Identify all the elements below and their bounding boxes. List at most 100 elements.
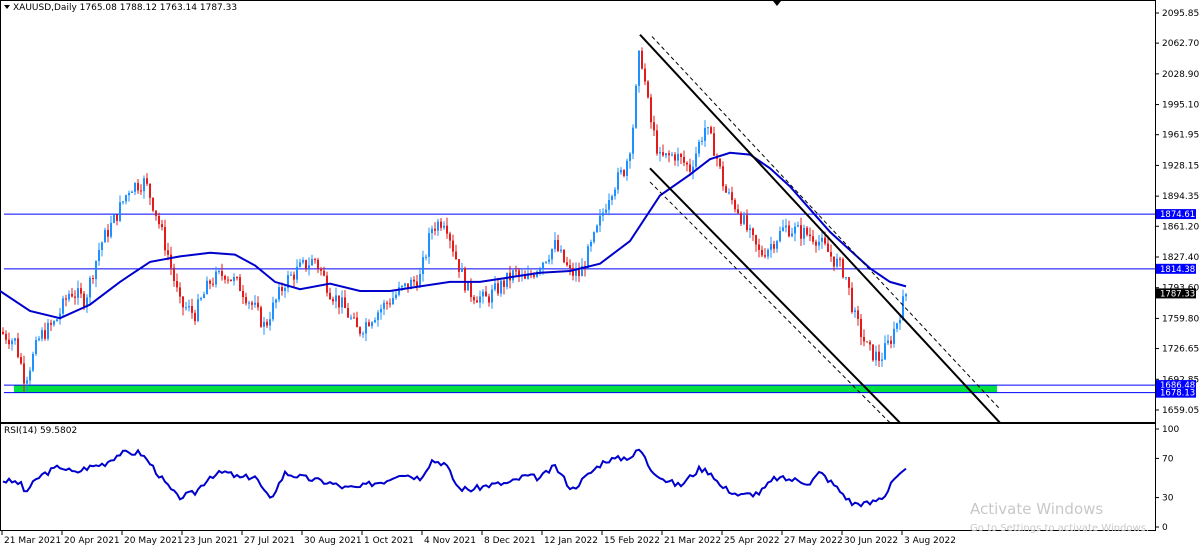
candle-body bbox=[788, 225, 790, 237]
candle-body bbox=[809, 234, 811, 237]
candle-body bbox=[41, 330, 43, 339]
chart-menu-arrow-icon[interactable] bbox=[4, 5, 10, 9]
candle-body bbox=[455, 251, 457, 260]
candle-body bbox=[29, 370, 31, 381]
shift-marker-icon[interactable] bbox=[773, 1, 781, 6]
candle-body bbox=[101, 242, 103, 250]
candle-body bbox=[779, 230, 781, 242]
candle-body bbox=[800, 225, 802, 239]
candle-body bbox=[377, 312, 379, 321]
candle-body bbox=[452, 240, 454, 252]
candle-body bbox=[722, 166, 724, 187]
candle-body bbox=[218, 271, 220, 273]
candle-body bbox=[599, 215, 601, 226]
candle-body bbox=[53, 321, 55, 325]
candle-body bbox=[563, 249, 565, 263]
channel-line-0[interactable] bbox=[639, 33, 1001, 424]
candle-body bbox=[149, 183, 151, 198]
candle-body bbox=[356, 317, 358, 328]
candle-body bbox=[662, 152, 664, 156]
candle-body bbox=[434, 228, 436, 231]
candle-body bbox=[638, 50, 640, 86]
candle-body bbox=[11, 340, 13, 345]
candle-body bbox=[143, 178, 145, 192]
candle-body bbox=[347, 308, 349, 318]
candle-body bbox=[413, 279, 415, 282]
candle-body bbox=[851, 287, 853, 313]
candle-body bbox=[869, 341, 871, 345]
candle-body bbox=[875, 351, 877, 361]
candle-body bbox=[473, 297, 475, 301]
candle-body bbox=[470, 282, 472, 298]
candle-body bbox=[278, 287, 280, 300]
candle-body bbox=[155, 210, 157, 216]
candle-body bbox=[5, 333, 7, 340]
price-tick-label: 1827.40 bbox=[1162, 253, 1199, 263]
candle-body bbox=[545, 261, 547, 263]
candle-body bbox=[137, 182, 139, 191]
candle-body bbox=[305, 260, 307, 269]
candle-body bbox=[887, 340, 889, 344]
price-tag-label: 1678.13 bbox=[1160, 389, 1195, 399]
candle-body bbox=[401, 285, 403, 288]
candle-body bbox=[17, 338, 19, 358]
candle-body bbox=[65, 298, 67, 300]
candle-body bbox=[212, 283, 214, 285]
candle-body bbox=[233, 277, 235, 282]
candle-body bbox=[569, 265, 571, 269]
candle-body bbox=[374, 320, 376, 323]
candle-body bbox=[224, 275, 226, 280]
candle-body bbox=[8, 339, 10, 345]
candle-body bbox=[296, 266, 298, 280]
candle-body bbox=[683, 156, 685, 163]
candle-body bbox=[161, 224, 163, 228]
candle-body bbox=[629, 153, 631, 161]
candle-body bbox=[50, 322, 52, 325]
rsi-series bbox=[2, 448, 907, 508]
candle-body bbox=[449, 233, 451, 241]
candle-body bbox=[857, 310, 859, 319]
candle-body bbox=[587, 246, 589, 269]
candle-body bbox=[2, 331, 4, 334]
time-axis: 21 Mar 2021 20 Apr 2021 20 May 2021 23 Jun … bbox=[1, 531, 956, 546]
time-tick-label: 3 Aug 2022 bbox=[904, 536, 956, 546]
candle-body bbox=[515, 270, 517, 272]
candle-body bbox=[110, 222, 112, 237]
candle-body bbox=[422, 257, 424, 275]
activate-windows-subtitle: Go to Settings to activate Windows. bbox=[970, 523, 1149, 534]
candles bbox=[2, 47, 907, 392]
candle-body bbox=[272, 302, 274, 320]
candle-body bbox=[680, 153, 682, 157]
time-tick-label: 20 May 2021 bbox=[124, 536, 183, 546]
candle-body bbox=[35, 340, 37, 354]
time-tick-label: 4 Nov 2021 bbox=[424, 536, 476, 546]
rsi-tick-label: 30 bbox=[1162, 494, 1174, 504]
candle-body bbox=[344, 297, 346, 309]
candle-body bbox=[71, 293, 73, 297]
price-chart: 2095.85 2062.70 2028.90 1995.10 1961.95 1928.… bbox=[0, 0, 1199, 546]
candle-body bbox=[251, 302, 253, 305]
price-tick-label: 2095.85 bbox=[1162, 9, 1199, 19]
time-tick-label: 12 Jan 2022 bbox=[544, 536, 598, 546]
candle-body bbox=[824, 237, 826, 244]
candle-body bbox=[98, 249, 100, 262]
candle-body bbox=[206, 280, 208, 295]
candle-body bbox=[839, 258, 841, 260]
candle-body bbox=[152, 197, 154, 211]
candle-body bbox=[596, 225, 598, 233]
candle-body bbox=[173, 267, 175, 282]
candle-body bbox=[566, 262, 568, 266]
candle-body bbox=[26, 380, 28, 384]
candle-body bbox=[650, 97, 652, 123]
candle-body bbox=[842, 259, 844, 278]
candle-body bbox=[896, 323, 898, 329]
candle-body bbox=[626, 160, 628, 176]
candle-body bbox=[653, 122, 655, 131]
price-tick-label: 1928.15 bbox=[1162, 161, 1199, 171]
candle-body bbox=[701, 140, 703, 142]
rsi-tick-label: 100 bbox=[1162, 425, 1179, 435]
candle-body bbox=[644, 68, 646, 82]
price-tick-label: 1995.10 bbox=[1162, 101, 1199, 111]
candle-body bbox=[755, 235, 757, 245]
candle-body bbox=[182, 296, 184, 308]
